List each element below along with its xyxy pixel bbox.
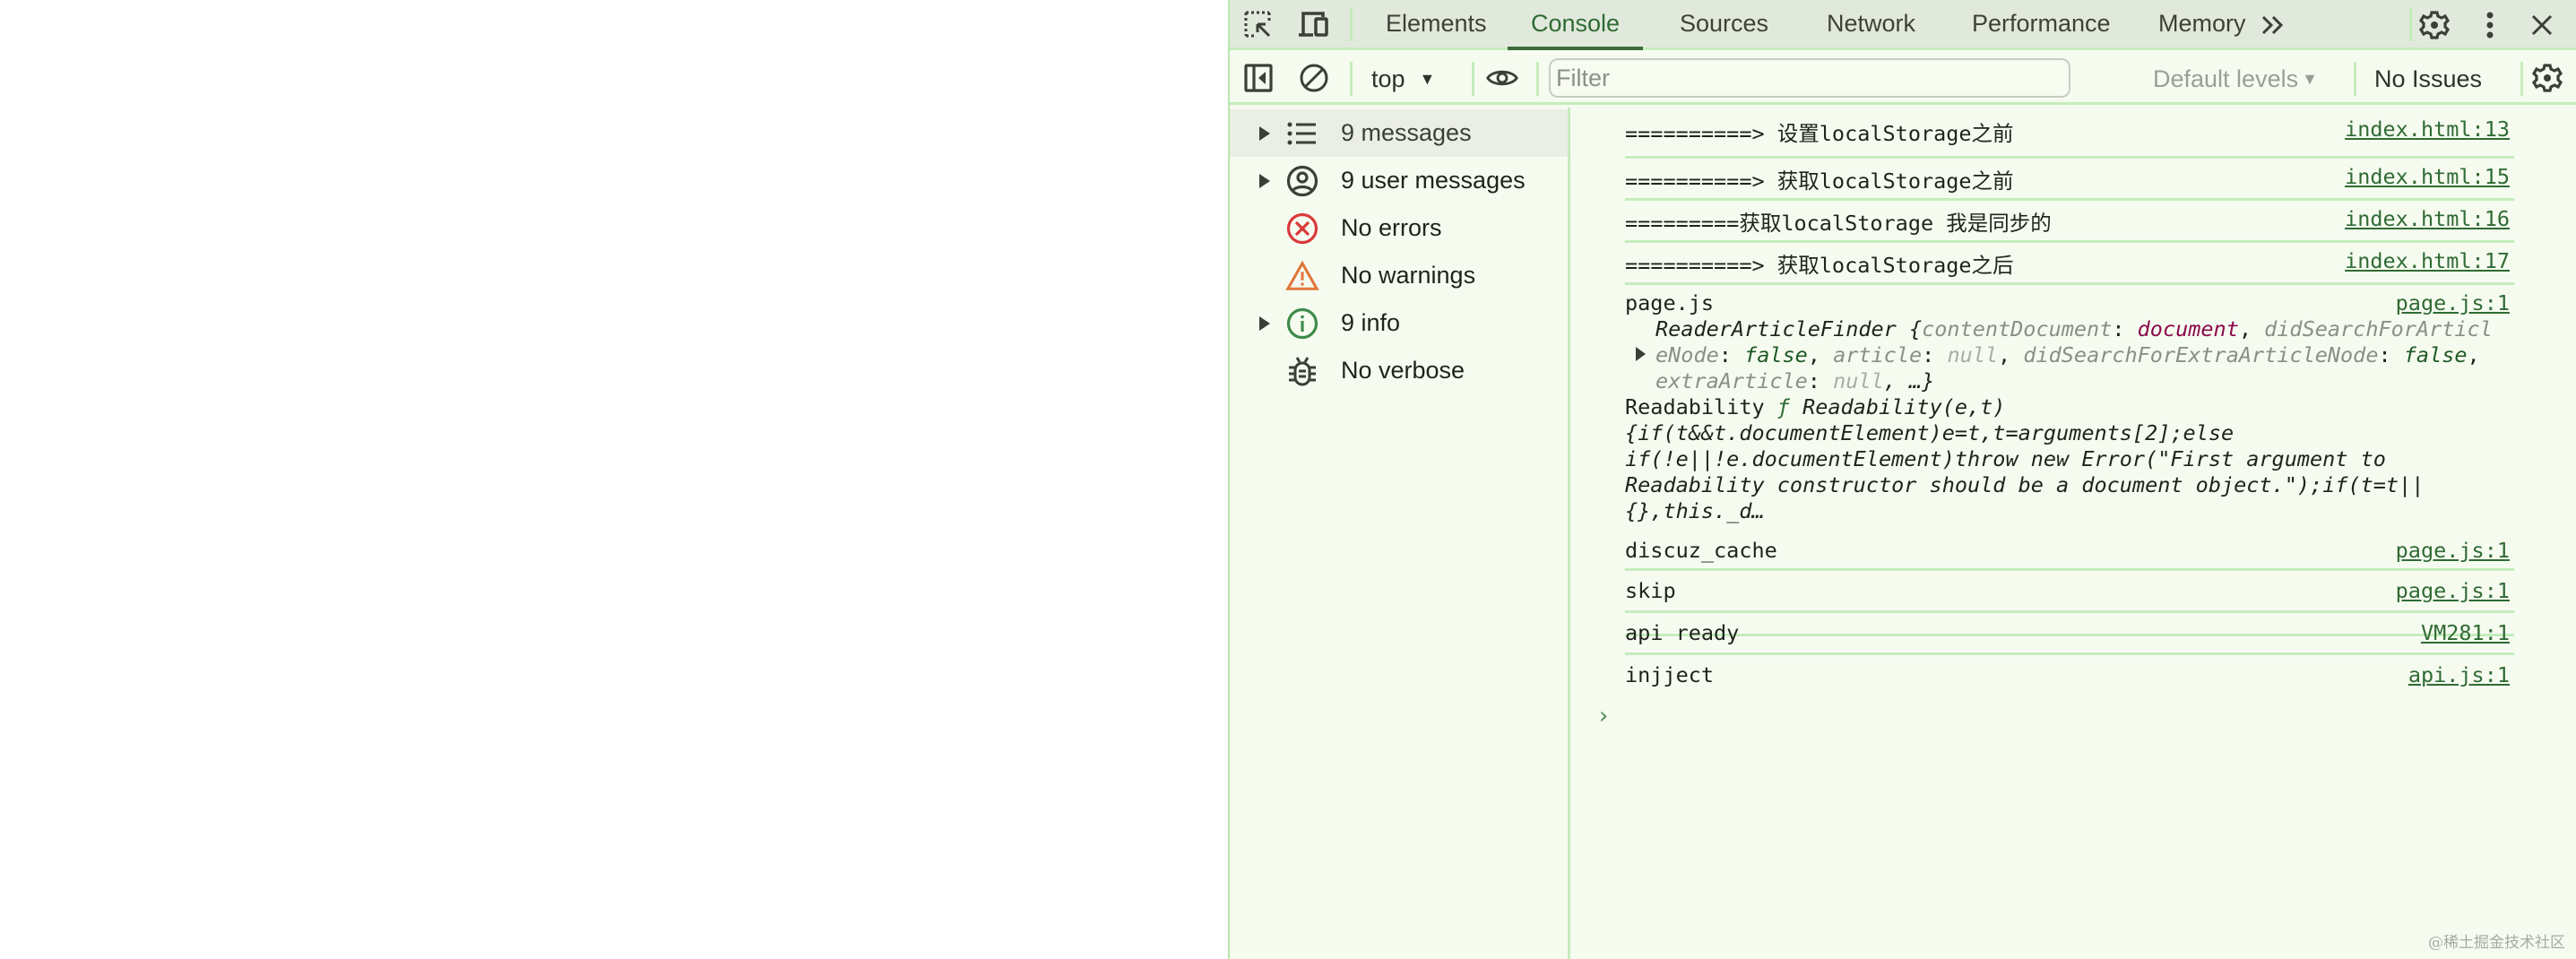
dropdown-arrow-icon: ▼ bbox=[2302, 70, 2318, 88]
sidebar-item-messages[interactable]: 9 messages bbox=[1230, 109, 1568, 157]
tabbar-divider bbox=[1350, 7, 1353, 41]
error-circle-icon bbox=[1285, 212, 1319, 246]
function-code-line: {if(t&&t.documentElement)e=t,t=arguments… bbox=[1625, 420, 2235, 445]
expand-triangle-icon[interactable] bbox=[1259, 315, 1270, 331]
console-message-row: discuz_cache page.js:1 bbox=[1625, 529, 2514, 571]
bug-icon bbox=[1285, 354, 1319, 388]
tab-elements[interactable]: Elements bbox=[1362, 0, 1510, 48]
sidebar-item-verbose[interactable]: No verbose bbox=[1230, 347, 1568, 394]
sidebar-item-label: No warnings bbox=[1341, 262, 1476, 289]
source-link[interactable]: page.js:1 bbox=[2396, 538, 2510, 563]
tab-memory[interactable]: Memory bbox=[2135, 0, 2269, 48]
sidebar-item-warnings[interactable]: No warnings bbox=[1230, 252, 1568, 299]
console-toolbar: top▼ Default levels▼ No Issues bbox=[1230, 53, 2576, 105]
tab-network[interactable]: Network bbox=[1803, 0, 1939, 48]
toolbar-divider bbox=[1536, 62, 1539, 96]
console-settings-gear-icon[interactable] bbox=[2531, 62, 2563, 94]
inspect-element-icon[interactable] bbox=[1242, 9, 1275, 41]
close-icon[interactable] bbox=[2526, 9, 2558, 41]
context-value: top bbox=[1371, 65, 1405, 92]
log-levels-select[interactable]: Default levels ▼ bbox=[2153, 53, 2318, 105]
source-link[interactable]: index.html:15 bbox=[2345, 164, 2510, 189]
filter-input[interactable] bbox=[1549, 58, 2070, 98]
console-message-text: skip bbox=[1625, 578, 1676, 603]
toolbar-divider bbox=[1472, 62, 1474, 96]
watermark: @稀土掘金技术社区 bbox=[2428, 934, 2565, 952]
expand-triangle-icon[interactable] bbox=[1259, 173, 1270, 188]
source-link[interactable]: page.js:1 bbox=[2396, 290, 2510, 315]
sidebar-item-label: No verbose bbox=[1341, 357, 1465, 384]
toolbar-divider bbox=[2520, 62, 2523, 96]
function-preview-line: Readability ƒ Readability(e,t) bbox=[1625, 394, 2006, 419]
dropdown-arrow-icon: ▼ bbox=[1419, 70, 1436, 88]
toggle-sidebar-icon[interactable] bbox=[1242, 62, 1275, 94]
sidebar-item-label: 9 info bbox=[1341, 309, 1401, 336]
source-link[interactable]: api.js:1 bbox=[2408, 662, 2510, 687]
issues-counter[interactable]: No Issues bbox=[2374, 53, 2482, 105]
user-circle-icon bbox=[1285, 164, 1319, 198]
source-link[interactable]: page.js:1 bbox=[2396, 578, 2510, 603]
live-expression-eye-icon[interactable] bbox=[1486, 62, 1518, 94]
console-prompt-input[interactable]: › bbox=[1596, 703, 1611, 730]
tab-console[interactable]: Console bbox=[1508, 0, 1644, 50]
tab-sources[interactable]: Sources bbox=[1656, 0, 1792, 48]
console-message-text: ==========> 获取localStorage之后 bbox=[1625, 253, 2014, 278]
sidebar-item-label: 9 user messages bbox=[1341, 167, 1526, 194]
list-icon bbox=[1285, 117, 1319, 151]
sidebar-item-errors[interactable]: No errors bbox=[1230, 204, 1568, 252]
tabbar-divider bbox=[2409, 7, 2412, 41]
info-circle-icon bbox=[1285, 307, 1319, 341]
console-sidebar: 9 messages 9 user messages No errors No … bbox=[1230, 108, 1570, 959]
function-code-line: if(!e||!e.documentElement)throw new Erro… bbox=[1625, 446, 2386, 471]
object-preview-line[interactable]: eNode: false, article: null, didSearchFo… bbox=[1655, 342, 2480, 367]
sidebar-item-label: No errors bbox=[1341, 214, 1442, 241]
toolbar-divider bbox=[2354, 62, 2356, 96]
clear-console-icon[interactable] bbox=[1298, 62, 1330, 94]
log-levels-label: Default levels bbox=[2153, 65, 2299, 92]
tab-performance[interactable]: Performance bbox=[1949, 0, 2134, 48]
function-code-line: {},this._d… bbox=[1625, 498, 1765, 523]
function-code-line: Readability constructor should be a docu… bbox=[1625, 472, 2425, 497]
object-preview-line: extraArticle: null, …} bbox=[1655, 368, 1935, 393]
sidebar-item-info[interactable]: 9 info bbox=[1230, 299, 1568, 347]
kebab-menu-icon[interactable] bbox=[2474, 9, 2506, 41]
console-message-row: ==========> 设置localStorage之前 index.html:… bbox=[1625, 117, 2514, 159]
expand-object-triangle-icon[interactable] bbox=[1636, 347, 1646, 361]
devtools-tabbar: Elements Console Sources Network Perform… bbox=[1230, 0, 2576, 50]
device-toolbar-icon[interactable] bbox=[1298, 9, 1330, 41]
object-preview-line[interactable]: ReaderArticleFinder {contentDocument: do… bbox=[1655, 316, 2514, 341]
console-message-text: ==========> 设置localStorage之前 bbox=[1625, 121, 2014, 146]
console-message-row: skip page.js:1 bbox=[1625, 571, 2514, 613]
console-message-text: injject bbox=[1625, 662, 1715, 687]
console-message-text: page.js bbox=[1625, 290, 1715, 315]
warning-triangle-icon bbox=[1285, 259, 1319, 293]
expand-triangle-icon[interactable] bbox=[1259, 125, 1270, 141]
source-link[interactable]: index.html:17 bbox=[2345, 248, 2510, 273]
sidebar-item-user-messages[interactable]: 9 user messages bbox=[1230, 157, 1568, 204]
toolbar-divider bbox=[1350, 62, 1353, 96]
javascript-context-select[interactable]: top ▼ bbox=[1371, 53, 1435, 105]
console-message-row: ==========> 获取localStorage之后 index.html:… bbox=[1625, 243, 2514, 285]
source-link[interactable]: index.html:13 bbox=[2345, 117, 2510, 142]
console-message-text: =========获取localStorage 我是同步的 bbox=[1625, 211, 2052, 236]
console-message-text: api ready bbox=[1625, 620, 1740, 645]
console-message-row: api ready VM281:1 bbox=[1625, 613, 2514, 655]
prompt-chevron-icon: › bbox=[1596, 703, 1611, 730]
console-message-text: discuz_cache bbox=[1625, 538, 1777, 563]
source-link[interactable]: index.html:16 bbox=[2345, 206, 2510, 231]
sidebar-item-label: 9 messages bbox=[1341, 119, 1472, 146]
devtools-panel: Elements Console Sources Network Perform… bbox=[1228, 0, 2576, 959]
gear-icon[interactable] bbox=[2418, 9, 2451, 41]
console-message-row: injject api.js:1 bbox=[1625, 655, 2514, 697]
double-chevron-right-icon[interactable] bbox=[2257, 9, 2289, 41]
console-message-row: ==========> 获取localStorage之前 index.html:… bbox=[1625, 159, 2514, 201]
console-message-text: ==========> 获取localStorage之前 bbox=[1625, 168, 2014, 194]
source-link[interactable]: VM281:1 bbox=[2421, 620, 2510, 645]
inspected-page-viewport bbox=[0, 0, 1228, 959]
console-message-row: =========获取localStorage 我是同步的 index.html… bbox=[1625, 201, 2514, 243]
console-messages: ==========> 设置localStorage之前 index.html:… bbox=[1573, 108, 2576, 959]
